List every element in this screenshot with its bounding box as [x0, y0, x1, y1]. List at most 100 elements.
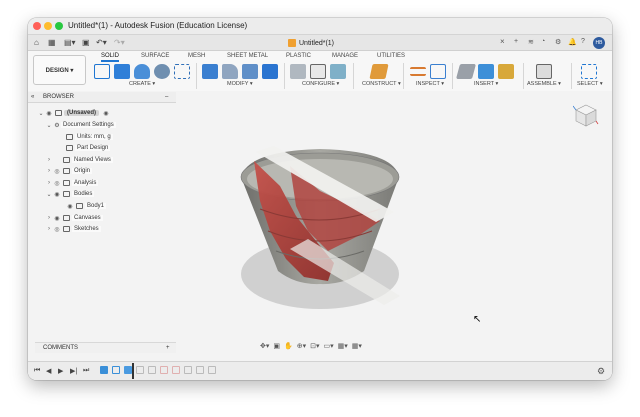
zoom-window-button[interactable]	[55, 22, 63, 30]
tab-utilities[interactable]: UTILITIES	[377, 53, 405, 59]
add-comment-button[interactable]: +	[166, 345, 170, 351]
pan-icon[interactable]: ✋	[284, 342, 293, 350]
offset-plane-icon[interactable]	[369, 64, 389, 79]
look-at-icon[interactable]: ▣	[273, 342, 280, 350]
chevron-right-icon[interactable]: ›	[45, 215, 53, 221]
go-to-start-icon[interactable]: ⏮	[34, 367, 40, 375]
fillet-icon[interactable]	[222, 64, 238, 79]
tree-item-root[interactable]: ⌄ ◉ (Unsaved) ◉	[37, 108, 110, 118]
construct-group-label[interactable]: CONSTRUCT ▾	[362, 81, 401, 87]
tree-item-bodies[interactable]: ⌄ ◉ Bodies	[45, 189, 95, 199]
eye-icon[interactable]: ◉	[53, 215, 61, 222]
hole-icon[interactable]	[154, 64, 170, 79]
theme-icon[interactable]	[330, 64, 346, 79]
tree-item-sketches[interactable]: › ◎ Sketches	[45, 224, 101, 234]
select-icon[interactable]	[581, 64, 597, 79]
timeline-marker[interactable]	[132, 363, 134, 379]
tree-item-analysis[interactable]: › ◎ Analysis	[45, 178, 99, 188]
eye-icon[interactable]: ◉	[66, 203, 74, 210]
fit-icon[interactable]: ⊡▾	[310, 342, 319, 350]
eye-hidden-icon[interactable]: ◎	[53, 226, 61, 233]
file-icon[interactable]: ▤▾	[64, 38, 76, 47]
settings-icon[interactable]: ⚙	[555, 38, 561, 46]
insert-canvas-icon[interactable]	[478, 64, 494, 79]
eye-icon[interactable]: ◉	[45, 110, 53, 117]
chevron-down-icon[interactable]: ⌄	[37, 110, 45, 117]
chevron-right-icon[interactable]: ›	[45, 180, 53, 186]
grid-icon[interactable]: ▦	[48, 38, 56, 47]
tree-item-part-design[interactable]: Part Design	[64, 143, 111, 153]
pattern-icon[interactable]	[174, 64, 190, 79]
help-icon[interactable]: ?	[581, 38, 585, 45]
timeline-feature-icon[interactable]	[208, 366, 216, 374]
go-to-end-icon[interactable]: ⏭	[83, 367, 89, 375]
orbit-icon[interactable]: ✥▾	[260, 342, 269, 350]
chevron-down-icon[interactable]: ⌄	[45, 191, 53, 198]
timeline-feature-icon[interactable]	[184, 366, 192, 374]
interference-icon[interactable]	[430, 64, 446, 79]
select-group-label[interactable]: SELECT ▾	[577, 81, 603, 87]
grid-icon[interactable]: ▦▾	[338, 342, 348, 350]
radio-icon[interactable]: ◉	[102, 110, 110, 117]
timeline-feature-icon[interactable]	[136, 366, 144, 374]
create-sketch-icon[interactable]	[94, 64, 110, 79]
minimize-window-button[interactable]	[44, 22, 52, 30]
combine-icon[interactable]	[262, 64, 278, 79]
timeline-feature-icon[interactable]	[160, 366, 168, 374]
timeline-feature-icon[interactable]	[112, 366, 120, 374]
eye-hidden-icon[interactable]: ◎	[53, 180, 61, 187]
step-forward-icon[interactable]: ▶|	[70, 367, 77, 375]
display-icon[interactable]: ▭▾	[324, 342, 334, 350]
home-icon[interactable]: ⌂	[34, 38, 39, 47]
new-component-icon[interactable]	[536, 64, 552, 79]
modify-group-label[interactable]: MODIFY ▾	[227, 81, 253, 87]
tree-item-origin[interactable]: › ◎ Origin	[45, 166, 93, 176]
tab-sheet-metal[interactable]: SHEET METAL	[227, 53, 268, 59]
tab-solid[interactable]: SOLID	[101, 53, 120, 62]
tab-manage[interactable]: MANAGE	[332, 53, 358, 59]
extrude-icon[interactable]	[114, 64, 130, 79]
chevron-right-icon[interactable]: ›	[45, 168, 53, 174]
new-tab-icon[interactable]: +	[514, 38, 518, 45]
chevron-down-icon[interactable]: ⌄	[45, 122, 53, 129]
play-icon[interactable]: ▶	[58, 367, 63, 375]
viewports-icon[interactable]: ▦▾	[352, 342, 362, 350]
table-icon[interactable]	[310, 64, 326, 79]
gear-icon[interactable]: ⚙	[597, 366, 605, 377]
workspace-switcher[interactable]: DESIGN ▾	[33, 55, 86, 85]
undo-icon[interactable]: ↶▾	[96, 38, 107, 47]
assemble-group-label[interactable]: ASSEMBLE ▾	[527, 81, 561, 87]
tree-item-units[interactable]: Units: mm, g	[64, 132, 113, 142]
tab-surface[interactable]: SURFACE	[141, 53, 169, 59]
browser-collapse-button[interactable]: –	[165, 94, 168, 100]
tab-plastic[interactable]: PLASTIC	[286, 53, 311, 59]
timeline-feature-icon[interactable]	[196, 366, 204, 374]
insert-mesh-icon[interactable]	[498, 64, 514, 79]
eye-icon[interactable]: ◉	[53, 191, 61, 198]
eye-hidden-icon[interactable]: ◎	[53, 168, 61, 175]
shell-icon[interactable]	[242, 64, 258, 79]
step-back-icon[interactable]: ◀	[46, 367, 51, 375]
configure-icon[interactable]	[290, 64, 306, 79]
timeline-feature-icon[interactable]	[172, 366, 180, 374]
timeline-feature-icon[interactable]	[148, 366, 156, 374]
configure-group-label[interactable]: CONFIGURE ▾	[302, 81, 339, 87]
job-status-icon[interactable]: ◔	[541, 38, 545, 45]
revolve-icon[interactable]	[134, 64, 150, 79]
save-icon[interactable]: ▣	[82, 38, 90, 47]
tree-item-named-views[interactable]: › ◉ Named Views	[45, 155, 113, 165]
notifications-icon[interactable]: 🔔	[568, 38, 577, 46]
inspect-group-label[interactable]: INSPECT ▾	[416, 81, 444, 87]
document-tab[interactable]: Untitled*(1)	[288, 37, 334, 49]
tree-item-body1[interactable]: ◉ Body1	[66, 201, 107, 211]
timeline-feature-icon[interactable]	[100, 366, 108, 374]
tab-mesh[interactable]: MESH	[188, 53, 205, 59]
avatar[interactable]: HB	[593, 37, 605, 49]
timeline-feature-icon[interactable]	[124, 366, 132, 374]
close-window-button[interactable]	[33, 22, 41, 30]
close-tab-icon[interactable]: ×	[500, 37, 505, 46]
browser-toggle-icon[interactable]: «	[31, 94, 34, 100]
zoom-icon[interactable]: ⊕▾	[297, 342, 306, 350]
extensions-icon[interactable]: ≋	[528, 38, 534, 46]
redo-icon[interactable]: ↷▾	[114, 38, 125, 47]
